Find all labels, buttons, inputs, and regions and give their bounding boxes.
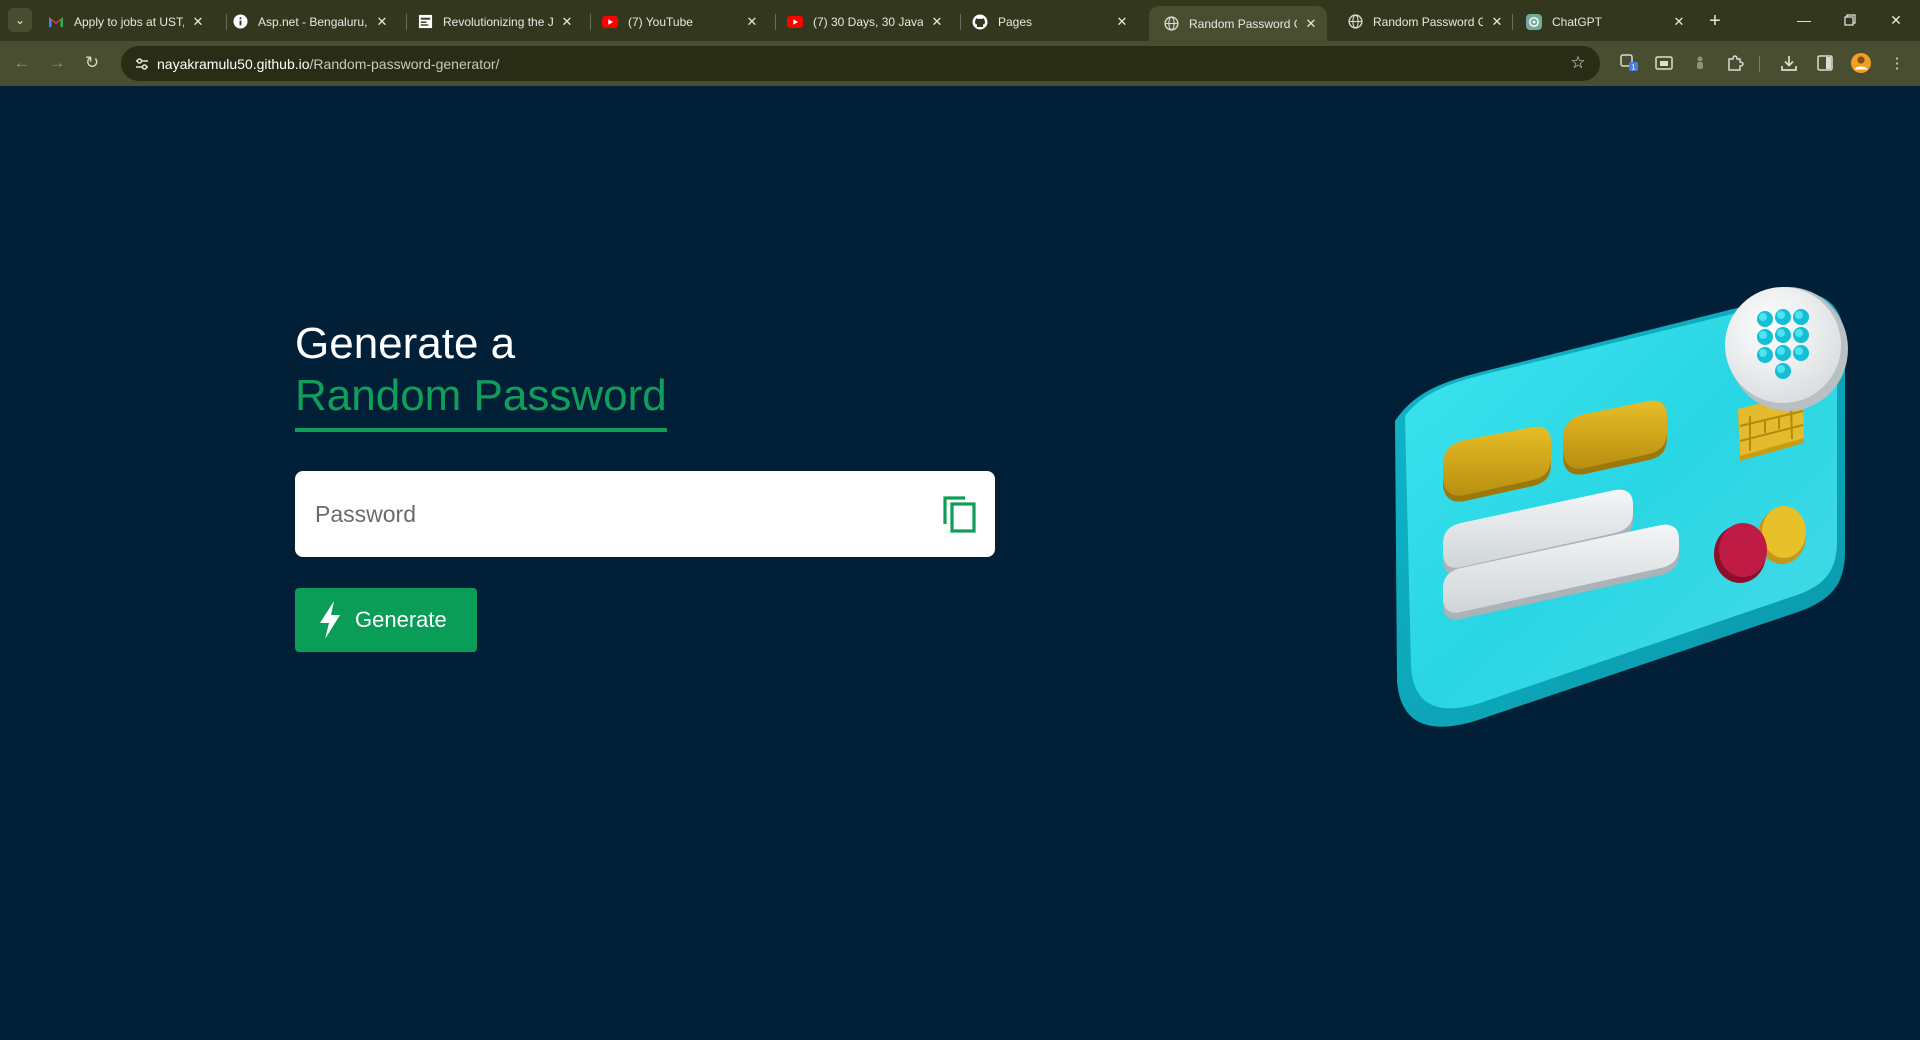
profile-avatar-icon[interactable] [1850, 52, 1872, 74]
url-host: nayakramulu50.github.io [157, 56, 310, 72]
extension-icon[interactable] [1689, 52, 1711, 74]
reload-icon: ↻ [84, 53, 100, 72]
puzzle-extensions-icon[interactable] [1724, 52, 1746, 74]
tab-title: (7) 30 Days, 30 JavaSc [813, 14, 923, 29]
close-icon[interactable]: ✕ [744, 14, 760, 30]
tab-chatgpt[interactable]: ChatGPT ✕ [1512, 6, 1695, 37]
minimize-button[interactable]: — [1781, 0, 1827, 40]
back-button[interactable]: ← [8, 49, 36, 77]
globe-icon [1163, 16, 1179, 32]
tab-title: Random Password Ge [1189, 16, 1297, 31]
tab-title: Random Password Ge [1373, 14, 1483, 29]
browser-toolbar: ← → ↻ nayakramulu50.github.io/Random-pas… [0, 41, 1920, 86]
gmail-icon [48, 14, 64, 30]
kebab-menu-icon: ⋮ [1889, 55, 1905, 72]
minimize-icon: — [1797, 12, 1811, 28]
password-input[interactable] [315, 493, 895, 535]
url-path: /Random-password-generator/ [309, 56, 500, 72]
close-icon[interactable]: ✕ [374, 14, 390, 30]
translate-extension-icon[interactable]: 1 [1618, 52, 1640, 74]
tab-title: Apply to jobs at UST, [74, 14, 184, 29]
url-text[interactable]: nayakramulu50.github.io/Random-password-… [157, 56, 499, 72]
tab-title: (7) YouTube [628, 14, 693, 29]
downloads-icon[interactable] [1778, 52, 1800, 74]
new-tab-button[interactable]: + [1702, 8, 1728, 34]
lightning-bolt-icon [320, 601, 340, 639]
tab-title: Pages [998, 14, 1033, 29]
tab-title: ChatGPT [1552, 14, 1603, 29]
heading-line2: Random Password [295, 370, 667, 432]
arrow-left-icon: ← [13, 53, 31, 72]
address-bar[interactable]: nayakramulu50.github.io/Random-password-… [121, 46, 1600, 81]
toolbar-separator [1759, 56, 1760, 72]
browser-menu-icon[interactable]: ⋮ [1886, 52, 1908, 74]
chatgpt-icon [1526, 13, 1542, 30]
reload-button[interactable]: ↻ [78, 49, 106, 77]
tab-capture-icon[interactable] [1653, 52, 1675, 74]
tab-github-pages[interactable]: Pages ✕ [958, 6, 1138, 37]
tab-random-password[interactable]: Random Password Ge ✕ [1333, 6, 1513, 37]
forward-button[interactable]: → [43, 49, 71, 77]
credit-card-illustration [1395, 287, 1848, 727]
youtube-icon [787, 14, 803, 30]
password-box [295, 471, 995, 557]
tab-revolutionizing[interactable]: Revolutionizing the Jo ✕ [403, 6, 583, 37]
chevron-down-icon: ⌄ [14, 13, 26, 27]
site-settings-icon[interactable] [131, 53, 153, 75]
restore-button[interactable] [1827, 0, 1873, 40]
close-icon[interactable]: ✕ [1303, 16, 1319, 32]
tab-strip: ⌄ Apply to jobs at UST, ✕ Asp.net - Beng… [0, 0, 1920, 41]
close-icon[interactable]: ✕ [929, 14, 945, 30]
tab-youtube-30days[interactable]: (7) 30 Days, 30 JavaSc ✕ [773, 6, 953, 37]
bookmark-star-icon[interactable]: ☆ [1568, 53, 1588, 73]
close-icon[interactable]: ✕ [1114, 14, 1130, 30]
svg-text:1: 1 [1631, 63, 1635, 71]
tab-title: Revolutionizing the Jo [443, 14, 553, 29]
close-icon[interactable]: ✕ [559, 14, 575, 30]
close-icon[interactable]: ✕ [190, 14, 206, 30]
side-panel-icon[interactable] [1814, 52, 1836, 74]
close-icon[interactable]: ✕ [1489, 14, 1505, 30]
tab-search-button[interactable]: ⌄ [8, 8, 32, 32]
tab-title: Asp.net - Bengaluru, I [258, 14, 368, 29]
info-icon [232, 14, 248, 30]
arrow-right-icon: → [48, 53, 66, 72]
generate-label: Generate [355, 607, 447, 632]
page-content: Generate a Random Password Generate [0, 86, 1920, 1040]
plus-icon: + [1709, 9, 1721, 32]
close-icon[interactable]: ✕ [1671, 14, 1687, 30]
youtube-icon [602, 14, 618, 30]
copy-button[interactable] [941, 494, 979, 534]
tab-gmail[interactable]: Apply to jobs at UST, ✕ [34, 6, 214, 37]
heading-line1: Generate a [295, 319, 516, 368]
page-heading: Generate a Random Password [295, 318, 667, 432]
article-icon [417, 14, 433, 30]
globe-icon [1347, 14, 1363, 30]
restore-icon [1844, 14, 1856, 26]
generate-button[interactable]: Generate [295, 588, 477, 652]
tab-random-password-active[interactable]: Random Password Ge ✕ [1149, 6, 1327, 41]
close-window-button[interactable]: ✕ [1873, 0, 1919, 40]
github-icon [972, 14, 988, 30]
copy-icon [943, 496, 976, 533]
tab-youtube[interactable]: (7) YouTube ✕ [588, 6, 768, 37]
close-icon: ✕ [1890, 11, 1902, 28]
tab-aspnet[interactable]: Asp.net - Bengaluru, I ✕ [218, 6, 398, 37]
